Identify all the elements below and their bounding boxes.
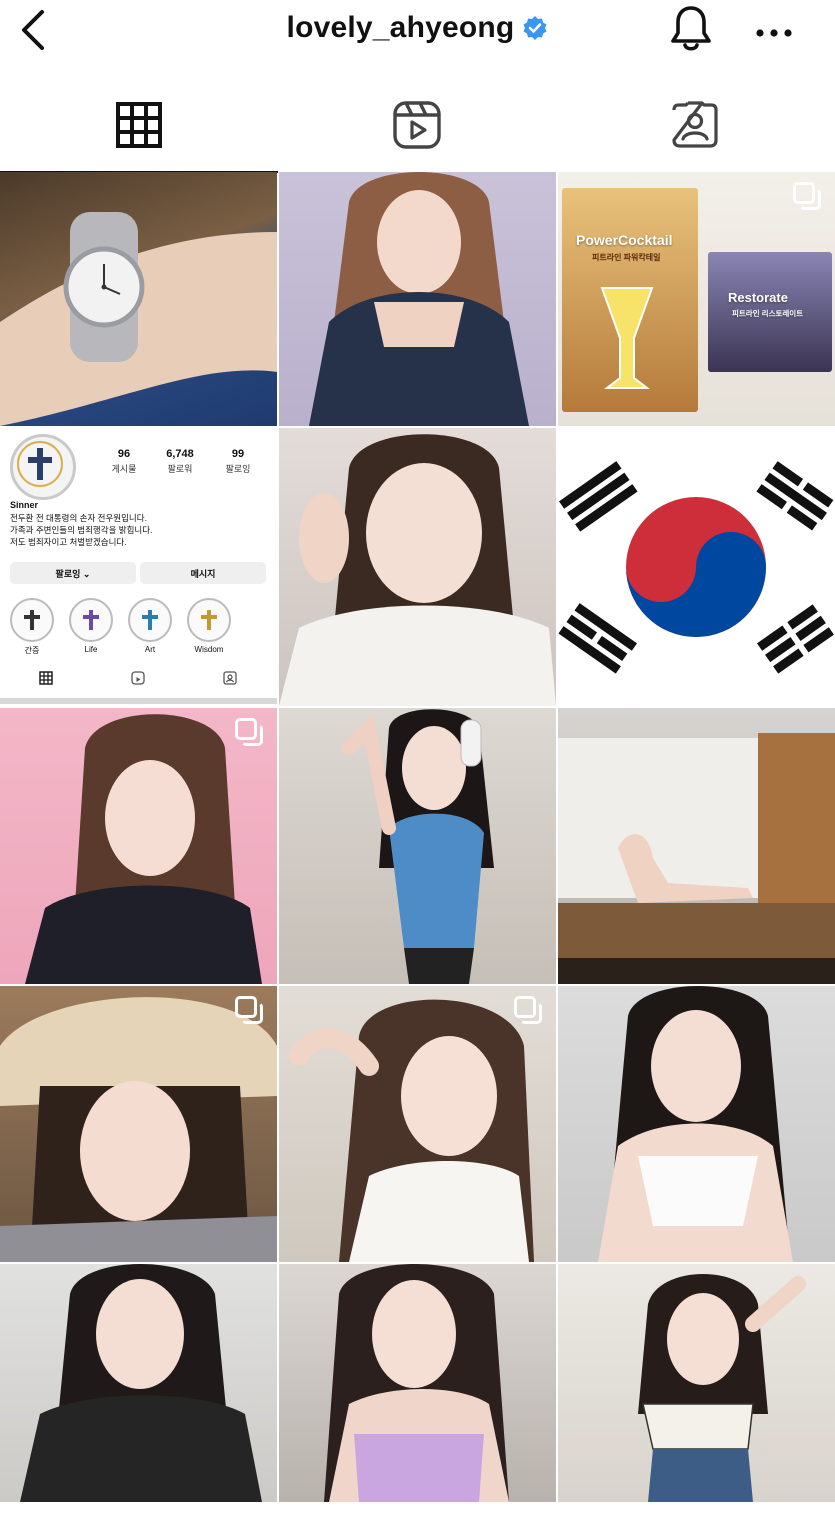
more-horizontal-icon [756,29,792,37]
profile-tabs [0,78,835,173]
cosplay-photo [342,709,494,984]
tagged-person-icon [223,671,237,685]
powercocktail-box: PowerCocktail 피트라인 파워칵테일 [562,188,698,412]
restorate-box: Restorate 피트라인 리스토레이트 [708,252,832,372]
verified-badge-icon [523,16,547,40]
bell-icon [671,6,711,51]
post-portrait-8[interactable] [279,1264,556,1502]
tab-tagged[interactable] [556,78,834,172]
highlight-1: 간증 [6,598,58,656]
profile-header: lovely_ahyeong [0,0,835,56]
stat-posts: 96 게시물 [111,448,137,474]
embedded-avatar [10,434,76,500]
cross-icon [17,441,63,487]
more-options-button[interactable] [750,6,798,50]
embedded-message-button: 메시지 [140,562,266,584]
post-portrait-6[interactable] [558,986,835,1262]
reels-icon [131,671,145,685]
post-cosplay[interactable] [279,708,556,984]
portrait-photo [0,997,277,1262]
highlight-2: Life [65,598,117,654]
highlight-3: Art [124,598,176,654]
embedded-tabs [0,668,277,688]
post-portrait-7[interactable] [0,1264,277,1502]
embedded-name: Sinner [10,500,39,510]
embedded-profile: 96 게시물 6,748 팔로워 99 팔로잉 Sinner 전두환 전 대통령의 손… [0,428,277,706]
post-korean-flag[interactable] [558,428,835,706]
post-portrait-5[interactable] [279,986,556,1262]
portrait-photo [324,1264,509,1502]
post-portrait-3[interactable] [0,708,277,984]
highlight-4: Wisdom [183,598,235,654]
tab-posts[interactable] [0,78,278,172]
post-profile-screenshot[interactable]: 96 게시물 6,748 팔로워 99 팔로잉 Sinner 전두환 전 대통령의 손… [0,428,277,706]
portrait-photo [289,999,534,1262]
grid-icon [39,671,53,685]
multi-photo-icon [514,996,542,1024]
multi-photo-icon [793,182,821,210]
embedded-following-button: 팔로잉 ⌄ [10,562,136,584]
stat-followers: 6,748 팔로워 [166,448,194,474]
embedded-bio: 전두환 전 대통령의 손자 전우원입니다. 가족과 주변인들의 범죄행각을 밝힙… [10,513,153,547]
back-button[interactable] [14,6,54,50]
post-product[interactable]: PowerCocktail 피트라인 파워칵테일 Restorate 피트라인 … [558,172,835,426]
portrait-photo [20,1264,262,1502]
profile-username: lovely_ahyeong [286,11,515,44]
room-photo [558,733,835,984]
portrait-photo [598,986,793,1262]
post-portrait-2[interactable] [279,428,556,706]
post-portrait-9[interactable] [558,1264,835,1502]
tab-reels[interactable] [278,78,556,172]
post-portrait-4[interactable] [0,986,277,1262]
post-watch[interactable] [0,172,277,426]
post-room[interactable] [558,708,835,984]
portrait-photo [279,434,556,706]
multi-photo-icon [235,996,263,1024]
portrait-photo [309,172,529,426]
notifications-button[interactable] [664,2,718,56]
grid-icon [116,102,162,148]
watch-photo [0,212,277,426]
tagged-person-icon [672,101,718,148]
korean-flag [558,461,834,674]
multi-photo-icon [235,718,263,746]
stat-following: 99 팔로잉 [225,448,251,474]
chevron-left-icon [22,10,44,50]
portrait-photo [25,714,262,984]
reels-icon [393,101,441,149]
post-portrait-1[interactable] [279,172,556,426]
portrait-photo [638,1274,806,1502]
